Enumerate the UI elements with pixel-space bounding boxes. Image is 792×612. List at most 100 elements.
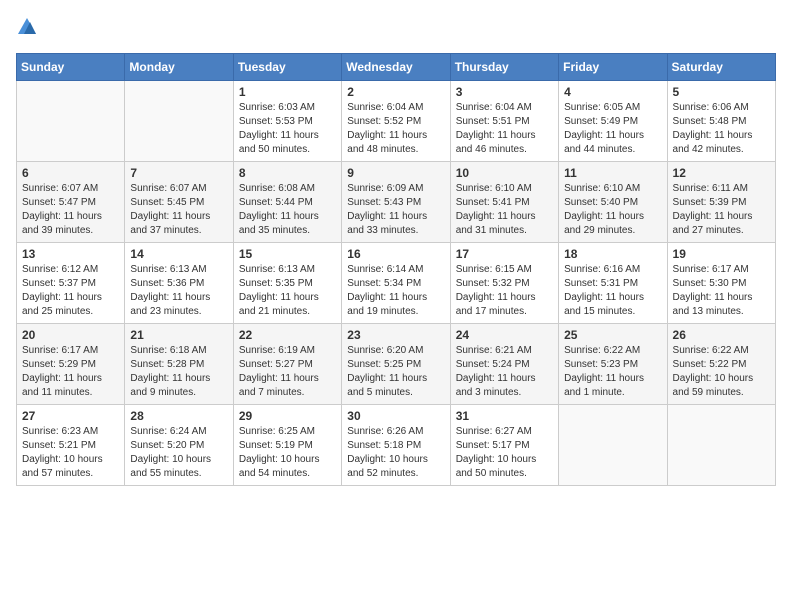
- day-info: Sunrise: 6:24 AMSunset: 5:20 PMDaylight:…: [130, 425, 227, 481]
- calendar-cell: 24 Sunrise: 6:21 AMSunset: 5:24 PMDayligh…: [450, 324, 558, 405]
- calendar-cell: 22 Sunrise: 6:19 AMSunset: 5:27 PMDayligh…: [233, 324, 341, 405]
- day-number: 11: [564, 166, 661, 180]
- calendar-table: SundayMondayTuesdayWednesdayThursdayFrid…: [16, 53, 776, 486]
- day-info: Sunrise: 6:17 AMSunset: 5:29 PMDaylight:…: [22, 344, 119, 400]
- page-header: [16, 16, 776, 43]
- day-info: Sunrise: 6:21 AMSunset: 5:24 PMDaylight:…: [456, 344, 553, 400]
- day-number: 25: [564, 328, 661, 342]
- calendar-cell: 20 Sunrise: 6:17 AMSunset: 5:29 PMDayligh…: [17, 324, 125, 405]
- day-number: 16: [347, 247, 444, 261]
- calendar-cell: 31 Sunrise: 6:27 AMSunset: 5:17 PMDayligh…: [450, 405, 558, 486]
- day-number: 31: [456, 409, 553, 423]
- day-number: 7: [130, 166, 227, 180]
- day-number: 24: [456, 328, 553, 342]
- header-sunday: Sunday: [17, 54, 125, 81]
- day-info: Sunrise: 6:13 AMSunset: 5:36 PMDaylight:…: [130, 263, 227, 319]
- day-number: 30: [347, 409, 444, 423]
- day-number: 26: [673, 328, 770, 342]
- week-row-1: 1 Sunrise: 6:03 AMSunset: 5:53 PMDaylight…: [17, 81, 776, 162]
- day-number: 15: [239, 247, 336, 261]
- calendar-cell: 10 Sunrise: 6:10 AMSunset: 5:41 PMDayligh…: [450, 162, 558, 243]
- weekday-header-row: SundayMondayTuesdayWednesdayThursdayFrid…: [17, 54, 776, 81]
- day-number: 13: [22, 247, 119, 261]
- calendar-cell: 29 Sunrise: 6:25 AMSunset: 5:19 PMDayligh…: [233, 405, 341, 486]
- day-info: Sunrise: 6:06 AMSunset: 5:48 PMDaylight:…: [673, 101, 770, 157]
- calendar-cell: [17, 81, 125, 162]
- week-row-2: 6Sunrise: 6:07 AMSunset: 5:47 PMDaylight…: [17, 162, 776, 243]
- calendar-cell: 8 Sunrise: 6:08 AMSunset: 5:44 PMDaylight…: [233, 162, 341, 243]
- day-number: 21: [130, 328, 227, 342]
- day-number: 6: [22, 166, 119, 180]
- calendar-cell: 13 Sunrise: 6:12 AMSunset: 5:37 PMDayligh…: [17, 243, 125, 324]
- day-number: 17: [456, 247, 553, 261]
- day-number: 27: [22, 409, 119, 423]
- day-info: Sunrise: 6:04 AMSunset: 5:51 PMDaylight:…: [456, 101, 553, 157]
- calendar-cell: 25Sunrise: 6:22 AMSunset: 5:23 PMDayligh…: [559, 324, 667, 405]
- day-info: Sunrise: 6:14 AMSunset: 5:34 PMDaylight:…: [347, 263, 444, 319]
- day-number: 23: [347, 328, 444, 342]
- calendar-cell: 15 Sunrise: 6:13 AMSunset: 5:35 PMDayligh…: [233, 243, 341, 324]
- week-row-4: 20 Sunrise: 6:17 AMSunset: 5:29 PMDayligh…: [17, 324, 776, 405]
- day-number: 1: [239, 85, 336, 99]
- header-saturday: Saturday: [667, 54, 775, 81]
- calendar-cell: 27 Sunrise: 6:23 AMSunset: 5:21 PMDayligh…: [17, 405, 125, 486]
- calendar-cell: 17 Sunrise: 6:15 AMSunset: 5:32 PMDayligh…: [450, 243, 558, 324]
- calendar-cell: 16 Sunrise: 6:14 AMSunset: 5:34 PMDayligh…: [342, 243, 450, 324]
- day-number: 4: [564, 85, 661, 99]
- calendar-cell: 1 Sunrise: 6:03 AMSunset: 5:53 PMDaylight…: [233, 81, 341, 162]
- calendar-cell: [667, 405, 775, 486]
- day-info: Sunrise: 6:09 AMSunset: 5:43 PMDaylight:…: [347, 182, 444, 238]
- logo: [16, 16, 42, 43]
- day-info: Sunrise: 6:22 AMSunset: 5:22 PMDaylight:…: [673, 344, 770, 400]
- day-info: Sunrise: 6:19 AMSunset: 5:27 PMDaylight:…: [239, 344, 336, 400]
- day-number: 20: [22, 328, 119, 342]
- day-number: 2: [347, 85, 444, 99]
- logo-graphic: [16, 16, 38, 43]
- calendar-cell: 19Sunrise: 6:17 AMSunset: 5:30 PMDayligh…: [667, 243, 775, 324]
- day-info: Sunrise: 6:03 AMSunset: 5:53 PMDaylight:…: [239, 101, 336, 157]
- day-number: 10: [456, 166, 553, 180]
- day-info: Sunrise: 6:10 AMSunset: 5:40 PMDaylight:…: [564, 182, 661, 238]
- week-row-3: 13 Sunrise: 6:12 AMSunset: 5:37 PMDayligh…: [17, 243, 776, 324]
- day-number: 28: [130, 409, 227, 423]
- day-info: Sunrise: 6:16 AMSunset: 5:31 PMDaylight:…: [564, 263, 661, 319]
- calendar-cell: 4 Sunrise: 6:05 AMSunset: 5:49 PMDaylight…: [559, 81, 667, 162]
- calendar-cell: 18 Sunrise: 6:16 AMSunset: 5:31 PMDayligh…: [559, 243, 667, 324]
- day-info: Sunrise: 6:11 AMSunset: 5:39 PMDaylight:…: [673, 182, 770, 238]
- day-info: Sunrise: 6:27 AMSunset: 5:17 PMDaylight:…: [456, 425, 553, 481]
- day-info: Sunrise: 6:23 AMSunset: 5:21 PMDaylight:…: [22, 425, 119, 481]
- calendar-cell: 11 Sunrise: 6:10 AMSunset: 5:40 PMDayligh…: [559, 162, 667, 243]
- day-info: Sunrise: 6:18 AMSunset: 5:28 PMDaylight:…: [130, 344, 227, 400]
- day-info: Sunrise: 6:08 AMSunset: 5:44 PMDaylight:…: [239, 182, 336, 238]
- day-number: 3: [456, 85, 553, 99]
- day-info: Sunrise: 6:26 AMSunset: 5:18 PMDaylight:…: [347, 425, 444, 481]
- day-info: Sunrise: 6:05 AMSunset: 5:49 PMDaylight:…: [564, 101, 661, 157]
- header-wednesday: Wednesday: [342, 54, 450, 81]
- day-number: 12: [673, 166, 770, 180]
- day-number: 18: [564, 247, 661, 261]
- day-info: Sunrise: 6:13 AMSunset: 5:35 PMDaylight:…: [239, 263, 336, 319]
- day-info: Sunrise: 6:12 AMSunset: 5:37 PMDaylight:…: [22, 263, 119, 319]
- day-info: Sunrise: 6:15 AMSunset: 5:32 PMDaylight:…: [456, 263, 553, 319]
- day-info: Sunrise: 6:10 AMSunset: 5:41 PMDaylight:…: [456, 182, 553, 238]
- calendar-cell: 14 Sunrise: 6:13 AMSunset: 5:36 PMDayligh…: [125, 243, 233, 324]
- day-number: 14: [130, 247, 227, 261]
- day-info: Sunrise: 6:07 AMSunset: 5:45 PMDaylight:…: [130, 182, 227, 238]
- header-monday: Monday: [125, 54, 233, 81]
- calendar-cell: 6Sunrise: 6:07 AMSunset: 5:47 PMDaylight…: [17, 162, 125, 243]
- day-info: Sunrise: 6:25 AMSunset: 5:19 PMDaylight:…: [239, 425, 336, 481]
- calendar-cell: 21 Sunrise: 6:18 AMSunset: 5:28 PMDayligh…: [125, 324, 233, 405]
- day-number: 29: [239, 409, 336, 423]
- day-number: 22: [239, 328, 336, 342]
- calendar-cell: 30 Sunrise: 6:26 AMSunset: 5:18 PMDayligh…: [342, 405, 450, 486]
- week-row-5: 27 Sunrise: 6:23 AMSunset: 5:21 PMDayligh…: [17, 405, 776, 486]
- calendar-cell: 7 Sunrise: 6:07 AMSunset: 5:45 PMDaylight…: [125, 162, 233, 243]
- calendar-cell: [559, 405, 667, 486]
- day-info: Sunrise: 6:20 AMSunset: 5:25 PMDaylight:…: [347, 344, 444, 400]
- calendar-cell: 2Sunrise: 6:04 AMSunset: 5:52 PMDaylight…: [342, 81, 450, 162]
- day-number: 8: [239, 166, 336, 180]
- calendar-cell: [125, 81, 233, 162]
- day-number: 9: [347, 166, 444, 180]
- header-tuesday: Tuesday: [233, 54, 341, 81]
- header-thursday: Thursday: [450, 54, 558, 81]
